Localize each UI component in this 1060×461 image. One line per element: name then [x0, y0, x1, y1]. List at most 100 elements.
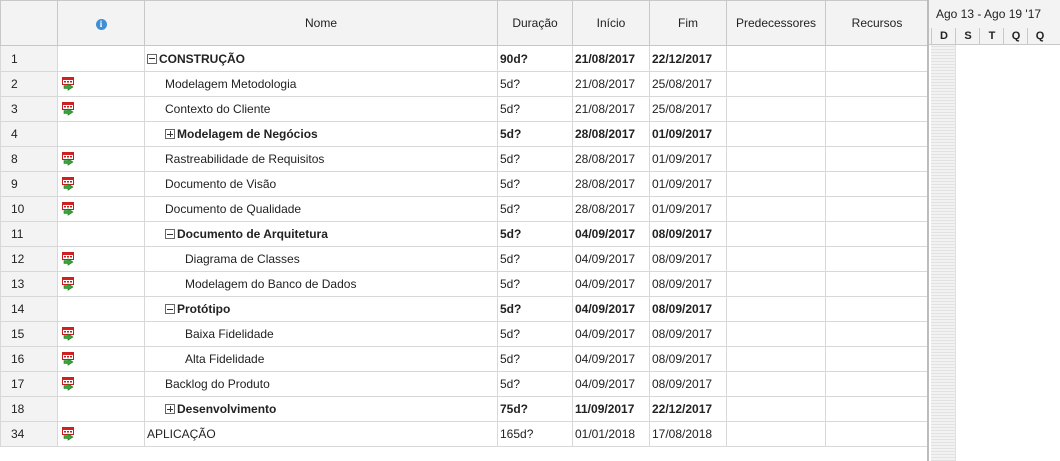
duration-cell[interactable]: 5d?: [497, 96, 573, 122]
start-cell[interactable]: 28/08/2017: [572, 171, 650, 197]
predecessors-cell[interactable]: [726, 96, 826, 122]
row-number[interactable]: 10: [0, 196, 58, 222]
start-cell[interactable]: 04/09/2017: [572, 296, 650, 322]
row-number[interactable]: 16: [0, 346, 58, 372]
resources-cell[interactable]: [825, 71, 929, 97]
task-row[interactable]: 14 Protótipo 5d? 04/09/2017 08/09/2017: [0, 296, 929, 322]
collapse-toggle-icon[interactable]: [165, 304, 175, 314]
predecessors-cell[interactable]: [726, 221, 826, 247]
duration-header[interactable]: Duração: [497, 0, 573, 46]
duration-cell[interactable]: 5d?: [497, 121, 573, 147]
task-row[interactable]: 18 Desenvolvimento 75d? 11/09/2017 22/12/201…: [0, 396, 929, 422]
task-row[interactable]: 1 CONSTRUÇÃO 90d? 21/08/2017 22/12/2017: [0, 45, 929, 72]
duration-cell[interactable]: 5d?: [497, 146, 573, 172]
duration-cell[interactable]: 5d?: [497, 271, 573, 297]
duration-cell[interactable]: 5d?: [497, 321, 573, 347]
resources-cell[interactable]: [825, 321, 929, 347]
task-name-cell[interactable]: CONSTRUÇÃO: [144, 45, 498, 72]
resources-cell[interactable]: [825, 121, 929, 147]
row-number[interactable]: 12: [0, 246, 58, 272]
predecessors-cell[interactable]: [726, 296, 826, 322]
duration-cell[interactable]: 5d?: [497, 221, 573, 247]
row-number[interactable]: 1: [0, 45, 58, 72]
collapse-toggle-icon[interactable]: [165, 229, 175, 239]
name-header[interactable]: Nome: [144, 0, 498, 46]
predecessors-cell[interactable]: [726, 146, 826, 172]
row-number[interactable]: 11: [0, 221, 58, 247]
task-name-cell[interactable]: Diagrama de Classes: [144, 246, 498, 272]
row-number[interactable]: 15: [0, 321, 58, 347]
duration-cell[interactable]: 90d?: [497, 45, 573, 72]
predecessors-cell[interactable]: [726, 196, 826, 222]
task-row[interactable]: 2 Modelagem Metodologia 5d? 21/08/2017 25/08…: [0, 71, 929, 97]
finish-cell[interactable]: 25/08/2017: [649, 71, 727, 97]
finish-cell[interactable]: 08/09/2017: [649, 346, 727, 372]
row-number[interactable]: 13: [0, 271, 58, 297]
task-name-cell[interactable]: Contexto do Cliente: [144, 96, 498, 122]
finish-cell[interactable]: 08/09/2017: [649, 246, 727, 272]
finish-cell[interactable]: 25/08/2017: [649, 96, 727, 122]
duration-cell[interactable]: 5d?: [497, 71, 573, 97]
finish-cell[interactable]: 17/08/2018: [649, 421, 727, 447]
indicators-header[interactable]: i: [57, 0, 145, 46]
task-row[interactable]: 8 Rastreabilidade de Requisitos 5d? 28/08/2…: [0, 146, 929, 172]
resources-cell[interactable]: [825, 96, 929, 122]
duration-cell[interactable]: 165d?: [497, 421, 573, 447]
predecessors-cell[interactable]: [726, 321, 826, 347]
start-cell[interactable]: 28/08/2017: [572, 146, 650, 172]
start-cell[interactable]: 01/01/2018: [572, 421, 650, 447]
finish-header[interactable]: Fim: [649, 0, 727, 46]
task-row[interactable]: 3 Contexto do Cliente 5d? 21/08/2017 25/08/2…: [0, 96, 929, 122]
duration-cell[interactable]: 75d?: [497, 396, 573, 422]
start-cell[interactable]: 04/09/2017: [572, 371, 650, 397]
resources-cell[interactable]: [825, 45, 929, 72]
start-cell[interactable]: 04/09/2017: [572, 271, 650, 297]
duration-cell[interactable]: 5d?: [497, 296, 573, 322]
predecessors-cell[interactable]: [726, 396, 826, 422]
resources-cell[interactable]: [825, 371, 929, 397]
start-header[interactable]: Início: [572, 0, 650, 46]
task-row[interactable]: 11 Documento de Arquitetura 5d? 04/09/2017 0…: [0, 221, 929, 247]
task-name-cell[interactable]: Alta Fidelidade: [144, 346, 498, 372]
predecessors-cell[interactable]: [726, 45, 826, 72]
finish-cell[interactable]: 22/12/2017: [649, 396, 727, 422]
task-row[interactable]: 16 Alta Fidelidade 5d? 04/09/2017 08/09/2017: [0, 346, 929, 372]
row-number[interactable]: 2: [0, 71, 58, 97]
predecessors-cell[interactable]: [726, 246, 826, 272]
row-number-header[interactable]: [0, 0, 58, 46]
gantt-chart[interactable]: Ago 13 - Ago 19 '17 DSTQQ: [929, 0, 1060, 461]
task-name-cell[interactable]: Documento de Qualidade: [144, 196, 498, 222]
row-number[interactable]: 34: [0, 421, 58, 447]
finish-cell[interactable]: 01/09/2017: [649, 146, 727, 172]
predecessors-cell[interactable]: [726, 421, 826, 447]
task-name-cell[interactable]: APLICAÇÃO: [144, 421, 498, 447]
predecessors-cell[interactable]: [726, 121, 826, 147]
duration-cell[interactable]: 5d?: [497, 346, 573, 372]
task-name-cell[interactable]: Baixa Fidelidade: [144, 321, 498, 347]
predecessors-cell[interactable]: [726, 71, 826, 97]
start-cell[interactable]: 28/08/2017: [572, 121, 650, 147]
finish-cell[interactable]: 08/09/2017: [649, 271, 727, 297]
task-row[interactable]: 4 Modelagem de Negócios 5d? 28/08/2017 01/09…: [0, 121, 929, 147]
row-number[interactable]: 4: [0, 121, 58, 147]
task-row[interactable]: 12 Diagrama de Classes 5d? 04/09/2017 08/09/…: [0, 246, 929, 272]
resources-cell[interactable]: [825, 396, 929, 422]
resources-cell[interactable]: [825, 296, 929, 322]
start-cell[interactable]: 21/08/2017: [572, 71, 650, 97]
task-row[interactable]: 34 APLICAÇÃO 165d? 01/01/2018 17/08/2018: [0, 421, 929, 447]
resources-cell[interactable]: [825, 421, 929, 447]
row-number[interactable]: 14: [0, 296, 58, 322]
resources-cell[interactable]: [825, 196, 929, 222]
predecessors-cell[interactable]: [726, 346, 826, 372]
finish-cell[interactable]: 01/09/2017: [649, 171, 727, 197]
finish-cell[interactable]: 01/09/2017: [649, 196, 727, 222]
start-cell[interactable]: 21/08/2017: [572, 45, 650, 72]
task-name-cell[interactable]: Modelagem do Banco de Dados: [144, 271, 498, 297]
task-name-cell[interactable]: Backlog do Produto: [144, 371, 498, 397]
duration-cell[interactable]: 5d?: [497, 171, 573, 197]
predecessors-cell[interactable]: [726, 271, 826, 297]
resources-header[interactable]: Recursos: [825, 0, 929, 46]
predecessors-cell[interactable]: [726, 371, 826, 397]
task-name-cell[interactable]: Protótipo: [144, 296, 498, 322]
resources-cell[interactable]: [825, 246, 929, 272]
